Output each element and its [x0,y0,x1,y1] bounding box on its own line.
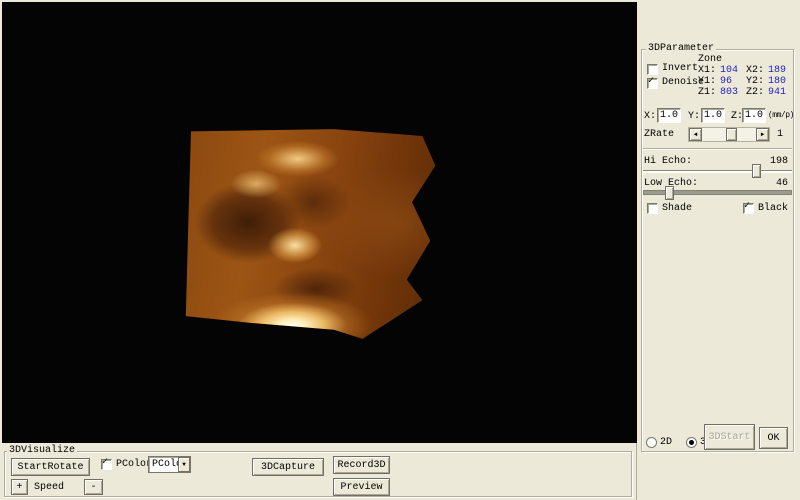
zrate-scrollbar[interactable]: ◄ ► [688,127,770,142]
check-icon: ✓ [648,76,654,88]
zrate-value: 1 [777,129,783,140]
zone-z2-label: Z2: [746,87,764,98]
zone-x2-label: X2: [746,65,764,76]
pcolor-checkbox[interactable]: ✓ [101,459,112,470]
invert-checkbox[interactable] [647,64,658,75]
chevron-down-icon[interactable]: ▼ [178,457,190,472]
scale-unit-label: (mm/p) [768,111,794,120]
parameter-group-title: 3DParameter [646,43,716,54]
pcolor-label: PColor [116,459,152,470]
check-icon: ✓ [744,201,750,213]
start-rotate-button[interactable]: StartRotate [11,458,90,476]
zrate-right-arrow-icon[interactable]: ► [756,128,769,141]
zone-x1-label: X1: [698,65,716,76]
zone-y1-label: Y1: [698,76,716,87]
render-viewport[interactable] [2,2,637,443]
3dcapture-button[interactable]: 3DCapture [252,458,324,476]
3dstart-button[interactable]: 3DStart [704,424,755,450]
shade-label: Shade [662,203,692,214]
preview-button[interactable]: Preview [333,478,390,496]
speed-label: Speed [34,482,64,493]
black-checkbox[interactable]: ✓ [743,203,754,214]
x-scale-label: X: [644,111,656,122]
record3d-button[interactable]: Record3D [333,456,390,474]
zone-y1-value: 96 [720,76,732,87]
zone-x1-value: 104 [720,65,738,76]
denoise-checkbox[interactable]: ✓ [647,78,658,89]
low-echo-value: 46 [776,178,788,189]
y-scale-label: Y: [688,111,700,122]
zone-y2-value: 180 [768,76,786,87]
divider [643,148,792,150]
low-echo-thumb[interactable] [665,186,674,200]
radio-3d[interactable] [686,437,697,448]
speed-plus-button[interactable]: + [11,479,28,495]
ok-button[interactable]: OK [759,427,788,449]
visualize-groupbox: 3DVisualize StartRotate + Speed - ✓ PCol… [4,451,632,497]
zrate-thumb[interactable] [726,128,737,141]
zrate-label: ZRate [644,129,674,140]
radio-2d[interactable] [646,437,657,448]
zone-label: Zone [698,54,722,65]
hi-echo-value: 198 [770,156,788,167]
z-scale-input[interactable] [742,108,766,123]
visualize-group-title: 3DVisualize [7,445,77,456]
zone-z2-value: 941 [768,87,786,98]
black-label: Black [758,203,788,214]
parameter-groupbox: 3DParameter Invert ✓ Denoise Zone X1: 10… [641,49,794,452]
speed-minus-button[interactable]: - [84,479,103,495]
shade-checkbox[interactable] [647,203,658,214]
invert-label: Invert [662,63,698,74]
y-scale-input[interactable] [701,108,725,123]
hi-echo-label: Hi Echo: [644,156,692,167]
check-icon: ✓ [102,457,108,469]
hi-echo-thumb[interactable] [752,164,761,178]
pcolor-dropdown[interactable]: PColor ▼ [148,456,191,473]
zone-y2-label: Y2: [746,76,764,87]
radio-2d-label: 2D [660,437,672,448]
zone-z1-label: Z1: [698,87,716,98]
x-scale-input[interactable] [657,108,681,123]
hi-echo-track[interactable] [643,170,792,173]
zone-z1-value: 803 [720,87,738,98]
zrate-left-arrow-icon[interactable]: ◄ [689,128,702,141]
panel-divider [636,443,637,500]
zone-x2-value: 189 [768,65,786,76]
ultrasound-volume-image [178,120,438,348]
